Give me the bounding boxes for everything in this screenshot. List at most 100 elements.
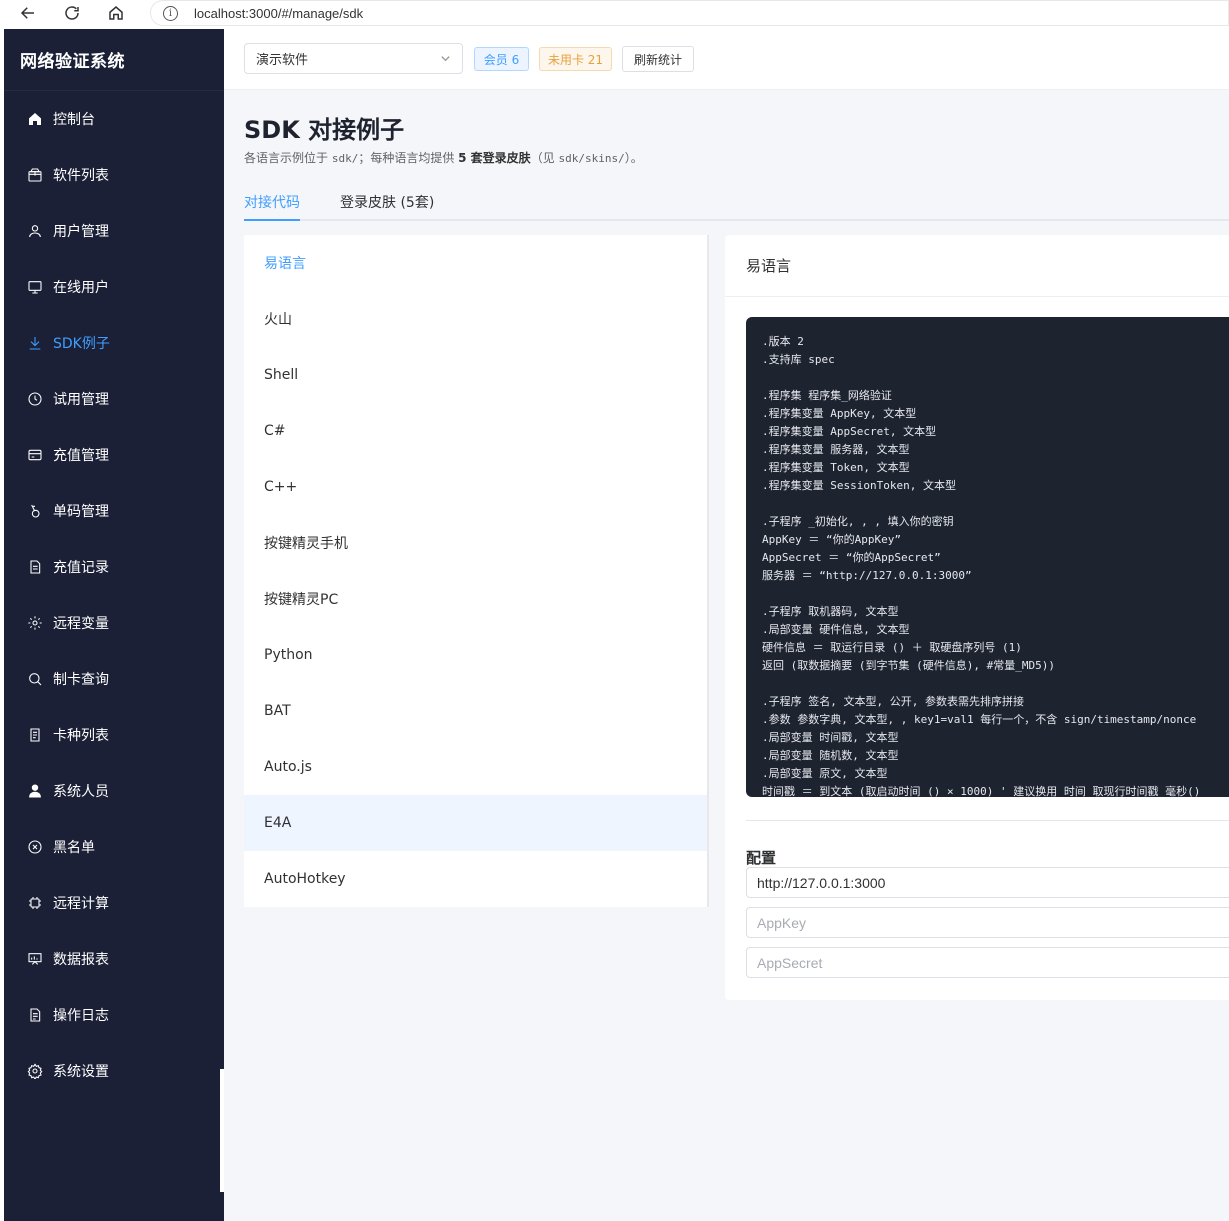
card-icon [26, 446, 44, 464]
sidebar-item-7[interactable]: 单码管理 [4, 483, 224, 539]
site-info-icon[interactable]: i [163, 5, 178, 21]
person-icon [26, 782, 44, 800]
sidebar-item-2[interactable]: 用户管理 [4, 203, 224, 259]
sidebar-item-16[interactable]: 操作日志 [4, 987, 224, 1043]
sidebar-item-label: 操作日志 [53, 1008, 109, 1024]
sidebar-item-1[interactable]: 软件列表 [4, 147, 224, 203]
sidebar-item-label: 试用管理 [53, 392, 109, 408]
sidebar-item-label: 系统人员 [53, 784, 109, 800]
divider [746, 820, 1229, 821]
home-icon [26, 110, 44, 128]
circle-x-icon [26, 838, 44, 856]
chip-icon [26, 894, 44, 912]
sidebar-item-8[interactable]: 充值记录 [4, 539, 224, 595]
chevron-down-icon [440, 53, 450, 63]
refresh-stats-button[interactable]: 刷新统计 [622, 46, 694, 72]
sidebar-item-label: 充值记录 [53, 560, 109, 576]
sidebar-item-label: 控制台 [53, 112, 95, 128]
sidebar-item-4[interactable]: SDK例子 [4, 315, 224, 371]
language-item[interactable]: Python [244, 627, 708, 683]
gear-icon [26, 614, 44, 632]
sidebar-item-11[interactable]: 卡种列表 [4, 707, 224, 763]
sidebar-item-label: 系统设置 [53, 1064, 109, 1080]
member-count-tag: 会员 6 [474, 47, 529, 71]
app-brand: 网络验证系统 [4, 29, 224, 91]
sidebar-item-12[interactable]: 系统人员 [4, 763, 224, 819]
desc-text: ；每种语言均提供 [358, 151, 459, 165]
appsecret-input[interactable] [746, 947, 1229, 978]
sidebar-item-10[interactable]: 制卡查询 [4, 651, 224, 707]
sidebar-item-label: SDK例子 [53, 336, 110, 352]
sidebar-item-0[interactable]: 控制台 [4, 91, 224, 147]
settings-icon [26, 1062, 44, 1080]
page-description: 各语言示例位于 sdk/；每种语言均提供 5 套登录皮肤（见 sdk/skins… [244, 149, 643, 166]
language-item[interactable]: AutoHotkey [244, 851, 708, 907]
user-icon [26, 222, 44, 240]
config-title: 配置 [746, 849, 777, 867]
sidebar-item-label: 黑名单 [53, 840, 95, 856]
language-item[interactable]: Auto.js [244, 739, 708, 795]
language-item[interactable]: 按键精灵手机 [244, 515, 708, 571]
clock-icon [26, 390, 44, 408]
desc-path: sdk/ [331, 152, 359, 165]
sidebar: 网络验证系统 控制台软件列表用户管理在线用户 SDK例子试用管理充值管理单码管理充… [4, 29, 224, 1221]
sidebar-item-17[interactable]: 系统设置 [4, 1043, 224, 1099]
language-item[interactable]: 按键精灵PC [244, 571, 708, 627]
language-item[interactable]: BAT [244, 683, 708, 739]
sidebar-item-15[interactable]: 数据报表 [4, 931, 224, 987]
document-icon [26, 558, 44, 576]
chart-board-icon [26, 950, 44, 968]
tab-bar: 对接代码 登录皮肤 (5套) [244, 184, 1229, 221]
tab-login-skins[interactable]: 登录皮肤 (5套) [340, 192, 434, 212]
unused-card-tag: 未用卡 21 [539, 47, 612, 71]
desc-text: （见 [530, 151, 559, 165]
page-title: SDK 对接例子 [244, 116, 405, 144]
tab-active-indicator [244, 219, 300, 221]
sidebar-item-label: 充值管理 [53, 448, 109, 464]
sidebar-item-label: 制卡查询 [53, 672, 109, 688]
software-select[interactable]: 演示软件 [244, 43, 463, 74]
list-divider [707, 235, 709, 907]
desc-text: 各语言示例位于 [244, 151, 332, 165]
language-item[interactable]: 火山 [244, 291, 708, 347]
search-icon [26, 670, 44, 688]
address-bar[interactable]: i localhost:3000/#/manage/sdk [150, 0, 1229, 26]
sidebar-item-3[interactable]: 在线用户 [4, 259, 224, 315]
sidebar-item-label: 远程计算 [53, 896, 109, 912]
language-item[interactable]: C++ [244, 459, 708, 515]
main-content: SDK 对接例子 各语言示例位于 sdk/；每种语言均提供 5 套登录皮肤（见 … [224, 90, 1229, 1221]
home-page-icon[interactable] [105, 2, 127, 24]
sidebar-item-label: 卡种列表 [53, 728, 109, 744]
desc-path: sdk/skins/ [558, 152, 625, 165]
sidebar-item-9[interactable]: 远程变量 [4, 595, 224, 651]
language-list: 易语言 火山 Shell C# C++ 按键精灵手机 按键精灵PC Python BAT Auto… [244, 235, 708, 907]
sidebar-item-13[interactable]: 黑名单 [4, 819, 224, 875]
list-document-icon [26, 726, 44, 744]
sidebar-item-6[interactable]: 充值管理 [4, 427, 224, 483]
tab-integration-code[interactable]: 对接代码 [244, 192, 300, 212]
browser-toolbar: i localhost:3000/#/manage/sdk [0, 0, 1229, 27]
sidebar-item-label: 在线用户 [53, 280, 109, 296]
language-item[interactable]: Shell [244, 347, 708, 403]
package-icon [26, 166, 44, 184]
key-icon [26, 502, 44, 520]
software-select-value: 演示软件 [256, 53, 309, 68]
topbar: 演示软件 会员 6 未用卡 21 刷新统计 [224, 29, 1229, 90]
sidebar-item-14[interactable]: 远程计算 [4, 875, 224, 931]
panel-title: 易语言 [725, 235, 1229, 297]
language-item[interactable]: 易语言 [244, 235, 708, 291]
sidebar-item-label: 软件列表 [53, 168, 109, 184]
code-panel: 易语言 .版本 2 .支持库 spec .程序集 程序集_网络验证 .程序集变量… [725, 235, 1229, 1000]
back-icon[interactable] [17, 2, 39, 24]
sidebar-item-label: 用户管理 [53, 224, 109, 240]
language-item[interactable]: E4A [244, 795, 708, 851]
code-block[interactable]: .版本 2 .支持库 spec .程序集 程序集_网络验证 .程序集变量 App… [746, 317, 1229, 797]
monitor-icon [26, 278, 44, 296]
sidebar-item-5[interactable]: 试用管理 [4, 371, 224, 427]
language-item[interactable]: C# [244, 403, 708, 459]
server-url-input[interactable] [746, 867, 1229, 898]
appkey-input[interactable] [746, 907, 1229, 938]
sidebar-item-label: 数据报表 [53, 952, 109, 968]
sidebar-menu: 控制台软件列表用户管理在线用户 SDK例子试用管理充值管理单码管理充值记录远程变量… [4, 91, 224, 1099]
reload-icon[interactable] [61, 2, 83, 24]
